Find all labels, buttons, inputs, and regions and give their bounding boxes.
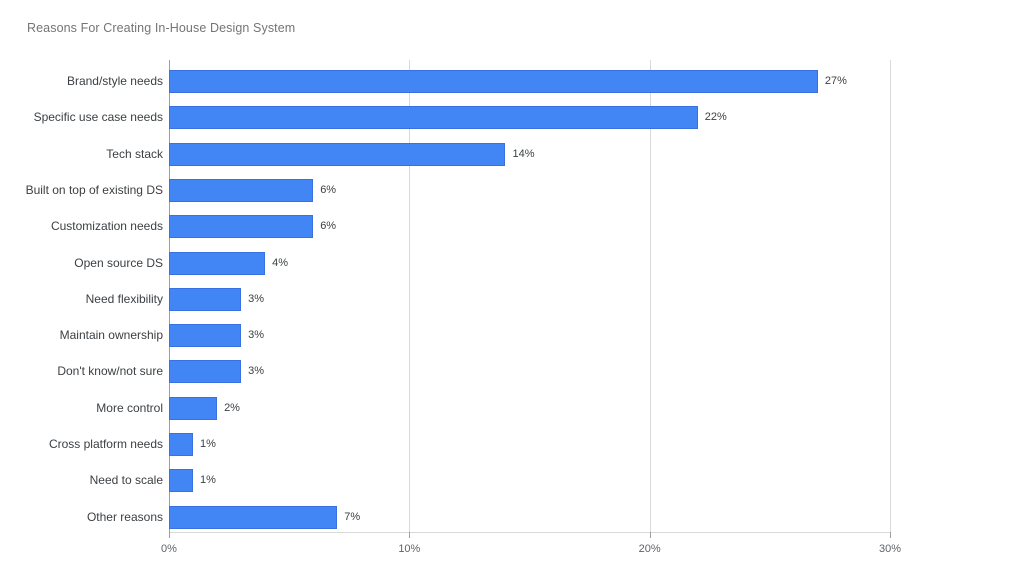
bar[interactable]	[169, 142, 506, 166]
bar-row: More control 2%	[96, 396, 890, 420]
bar-value-label: 7%	[344, 510, 361, 523]
bar[interactable]	[169, 287, 242, 311]
bar-value-label: 1%	[200, 474, 216, 487]
bar[interactable]	[169, 215, 314, 239]
bar-value-label: 3%	[248, 365, 264, 378]
bar-value-label: 27%	[824, 75, 847, 87]
category-label: Need to scale	[89, 473, 163, 488]
bar-row: Specific use case needs 22%	[34, 106, 890, 130]
bar-value-label: 6%	[320, 220, 337, 233]
bar-value-label: 2%	[224, 401, 240, 414]
bar[interactable]	[169, 106, 698, 130]
category-label: Maintain ownership	[59, 328, 163, 343]
bar-row: Tech stack 14%	[106, 142, 890, 166]
bar[interactable]	[169, 469, 194, 493]
bar[interactable]	[169, 505, 338, 529]
tick-mark	[169, 532, 170, 538]
bar[interactable]	[169, 251, 266, 275]
tick-mark	[649, 532, 651, 538]
bar-value-label: 3%	[248, 329, 264, 342]
bar-value-label: 14%	[512, 147, 535, 160]
bar-value-label: 1%	[200, 438, 216, 450]
bar[interactable]	[169, 178, 314, 202]
bar[interactable]	[169, 324, 242, 348]
bar[interactable]	[169, 433, 194, 456]
plot-area: 0% 10% 20% 30% Brand/style needs 27% Specific…	[26, 60, 901, 555]
bar-chart: Reasons For Creating In-House Design Sys…	[0, 0, 1024, 581]
x-axis-tick-label: 10%	[398, 543, 421, 555]
x-axis-tick-label: 20%	[638, 543, 661, 555]
tick-mark	[409, 532, 411, 538]
bar-row: Maintain ownership 3%	[60, 324, 890, 348]
bar[interactable]	[169, 360, 242, 384]
category-label: Other reasons	[86, 509, 163, 524]
bar[interactable]	[169, 70, 818, 93]
category-label: Brand/style needs	[66, 74, 163, 88]
bar-value-label: 3%	[248, 292, 264, 305]
bar-row: Built on top of existing DS 6%	[26, 178, 890, 202]
category-label: Open source DS	[74, 255, 163, 270]
bar-row: Other reasons 7%	[87, 505, 890, 529]
bar[interactable]	[169, 396, 218, 420]
category-label: Customization needs	[50, 219, 163, 234]
category-label: More control	[96, 400, 163, 415]
x-axis-tick-label: 0%	[161, 543, 177, 555]
bar-row: Need flexibility 3%	[86, 287, 890, 311]
bar-row: Need to scale 1%	[90, 469, 890, 493]
bar-value-label: 22%	[704, 111, 727, 124]
category-label: Built on top of existing DS	[25, 182, 163, 197]
bar-row: Open source DS 4%	[74, 251, 890, 275]
bar-row: Brand/style needs 27%	[67, 70, 890, 93]
category-label: Need flexibility	[85, 291, 163, 306]
bar-row: Customization needs 6%	[51, 215, 890, 239]
x-axis-baseline	[169, 532, 890, 533]
bar-value-label: 6%	[320, 183, 337, 196]
bar-row: Cross platform needs 1%	[49, 433, 890, 456]
tick-mark	[890, 532, 891, 538]
x-axis-tick-label: 30%	[878, 543, 902, 555]
gridline-30%	[890, 60, 891, 532]
bar-row: Don't know/not sure 3%	[57, 360, 890, 384]
category-label: Tech stack	[106, 146, 163, 161]
category-label: Cross platform needs	[48, 437, 163, 451]
bar-value-label: 4%	[272, 256, 289, 269]
category-label: Don't know/not sure	[57, 364, 163, 379]
chart-title: Reasons For Creating In-House Design Sys…	[27, 21, 296, 35]
category-label: Specific use case needs	[33, 110, 163, 125]
